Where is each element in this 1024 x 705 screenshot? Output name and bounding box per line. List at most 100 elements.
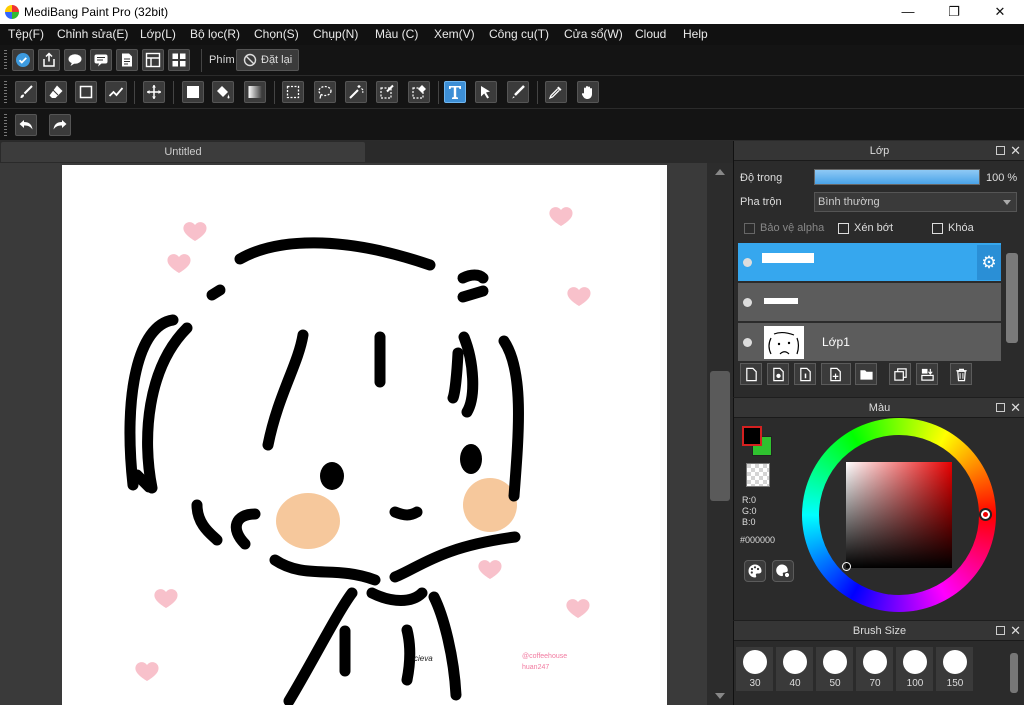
hue-selector-handle[interactable]	[979, 508, 992, 521]
text-tool-button[interactable]	[444, 81, 466, 103]
menu-snap[interactable]: Chụp(N)	[313, 27, 358, 41]
menu-window[interactable]: Cửa sổ(W)	[564, 27, 623, 41]
maximize-button[interactable]: ❐	[931, 0, 977, 24]
menu-help[interactable]: Help	[683, 27, 708, 41]
hand-tool-button[interactable]	[577, 81, 599, 103]
new-8bit-layer-button[interactable]	[767, 363, 789, 385]
brush-tool-button[interactable]	[15, 81, 37, 103]
bucket-tool-button[interactable]	[212, 81, 234, 103]
protect-alpha-checkbox[interactable]	[744, 223, 755, 234]
eraser-tool-button[interactable]	[45, 81, 67, 103]
panel-close-icon[interactable]: ✕	[1010, 398, 1021, 418]
eyedropper-tool-button[interactable]	[545, 81, 567, 103]
visibility-dot-icon[interactable]	[743, 258, 752, 267]
lasso-tool-button[interactable]	[314, 81, 336, 103]
redo-button[interactable]	[49, 114, 71, 136]
divide-tool-button[interactable]	[507, 81, 529, 103]
hue-color-wheel[interactable]	[802, 418, 996, 612]
brush-size-option[interactable]: 30	[736, 647, 774, 691]
undo-button[interactable]	[15, 114, 37, 136]
menu-color[interactable]: Màu (C)	[375, 27, 418, 41]
color-selector-handle[interactable]	[842, 562, 851, 571]
cloud-save-button[interactable]	[12, 49, 34, 71]
scroll-up-arrow-icon[interactable]	[715, 169, 725, 175]
popout-icon[interactable]	[996, 146, 1005, 155]
toolbar-grip[interactable]	[4, 114, 7, 137]
canvas-vertical-scrollbar[interactable]	[707, 163, 733, 705]
share-button[interactable]	[38, 49, 60, 71]
toolbar-grip[interactable]	[4, 50, 7, 71]
opacity-slider[interactable]	[814, 169, 980, 185]
brush-size-option[interactable]: 70	[856, 647, 894, 691]
move-tool-button[interactable]	[143, 81, 165, 103]
layer-row-text-1[interactable]: ⚙	[738, 243, 1001, 282]
drawing-canvas[interactable]: cieva @coffeehouse huan247	[62, 165, 667, 705]
artwork-thumbnail-icon	[768, 332, 800, 355]
brush-size-option[interactable]: 150	[936, 647, 974, 691]
duplicate-layer-button[interactable]	[889, 363, 911, 385]
menu-select[interactable]: Chọn(S)	[254, 27, 299, 41]
select-tool-button[interactable]	[282, 81, 304, 103]
close-button[interactable]: ✕	[977, 0, 1023, 24]
gradation-tool-button[interactable]	[244, 81, 266, 103]
page-button[interactable]	[116, 49, 138, 71]
menu-edit[interactable]: Chỉnh sửa(E)	[57, 27, 128, 41]
new-1bit-layer-button[interactable]	[794, 363, 816, 385]
layer-list-scrollbar[interactable]	[1003, 241, 1021, 359]
panel-layout-button[interactable]	[142, 49, 164, 71]
document-tab[interactable]: Untitled	[1, 142, 365, 162]
scrollbar-thumb[interactable]	[710, 371, 730, 501]
clipping-checkbox[interactable]	[838, 223, 849, 234]
popout-icon[interactable]	[996, 403, 1005, 412]
canvas-area[interactable]: cieva @coffeehouse huan247	[0, 163, 707, 705]
delete-layer-button[interactable]	[950, 363, 972, 385]
new-folder-button[interactable]	[855, 363, 877, 385]
blend-label: Pha trộn	[740, 196, 782, 208]
visibility-dot-icon[interactable]	[743, 338, 752, 347]
popout-icon[interactable]	[996, 626, 1005, 635]
menu-layer[interactable]: Lớp(L)	[140, 27, 176, 41]
menu-file[interactable]: Tệp(F)	[8, 27, 44, 41]
add-layer-dropdown-button[interactable]	[821, 363, 851, 385]
brush-size-scrollbar[interactable]	[1007, 645, 1021, 705]
merge-down-button[interactable]	[916, 363, 938, 385]
color-settings-button[interactable]	[772, 560, 794, 582]
panel-close-icon[interactable]: ✕	[1010, 141, 1021, 161]
square-outline-icon	[79, 85, 93, 99]
grid-button[interactable]	[168, 49, 190, 71]
menu-filter[interactable]: Bộ lọc(R)	[190, 27, 240, 41]
scrollbar-thumb[interactable]	[1010, 653, 1018, 693]
menu-cloud[interactable]: Cloud	[635, 27, 666, 41]
toolbar-grip[interactable]	[4, 81, 7, 104]
layer-row-text-2[interactable]	[738, 283, 1001, 322]
brush-size-option[interactable]: 100	[896, 647, 934, 691]
panel-close-icon[interactable]: ✕	[1010, 621, 1021, 641]
comment-button[interactable]	[64, 49, 86, 71]
lock-checkbox[interactable]	[932, 223, 943, 234]
scroll-down-arrow-icon[interactable]	[715, 693, 725, 699]
scrollbar-thumb[interactable]	[1006, 253, 1018, 343]
visibility-dot-icon[interactable]	[743, 298, 752, 307]
operation-tool-button[interactable]	[475, 81, 497, 103]
menu-tools[interactable]: Công cụ(T)	[489, 27, 549, 41]
grad-line-tool-button[interactable]	[105, 81, 127, 103]
menu-view[interactable]: Xem(V)	[434, 27, 475, 41]
minimize-button[interactable]: —	[885, 0, 931, 24]
color-palette-button[interactable]	[744, 560, 766, 582]
gear-icon[interactable]: ⚙	[977, 245, 1001, 280]
balloon-button[interactable]	[90, 49, 112, 71]
brush-size-option[interactable]: 50	[816, 647, 854, 691]
layer-row-layer1[interactable]: Lớp1	[738, 323, 1001, 362]
blend-mode-select[interactable]: Bình thường	[814, 192, 1017, 212]
fill-rect-tool-button[interactable]	[182, 81, 204, 103]
reset-button[interactable]: Đặt lại	[236, 49, 300, 71]
magic-wand-tool-button[interactable]	[345, 81, 367, 103]
saturation-value-square[interactable]	[846, 462, 952, 568]
new-layer-button[interactable]	[740, 363, 762, 385]
selection-pen-tool-button[interactable]	[376, 81, 398, 103]
foreground-color-swatch[interactable]	[742, 426, 762, 446]
transparent-color-swatch[interactable]	[746, 463, 770, 487]
dot-tool-button[interactable]	[75, 81, 97, 103]
selection-eraser-tool-button[interactable]	[408, 81, 430, 103]
brush-size-option[interactable]: 40	[776, 647, 814, 691]
